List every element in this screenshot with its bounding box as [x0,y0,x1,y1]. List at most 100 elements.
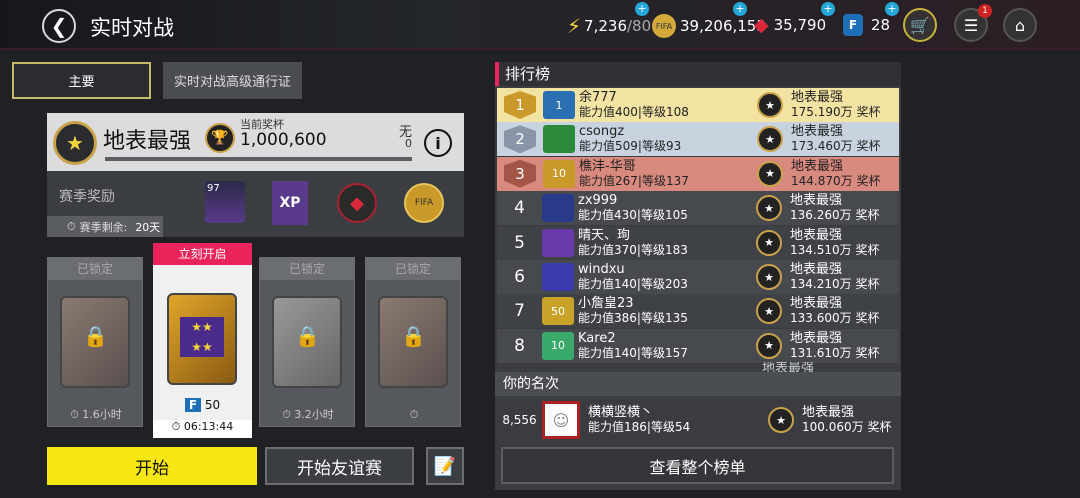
rank-number: 5 [514,232,525,253]
player-name: csongz [579,124,625,140]
tier-cups: 131.610万 奖杯 [790,345,880,360]
tier-info: 地表最强 175.190万 奖杯 [791,90,880,120]
energy-value: 7,236 [584,17,627,35]
season-header: ★ 地表最强 🏆 当前奖杯 1,000,600 无 0 i [47,113,464,171]
leaderboard-title: 排行榜 [495,62,901,86]
pack-stars-icon: ★★ ★★ [180,317,224,357]
tier-info: 地表最强 134.210万 奖杯 [790,262,879,292]
tasks-button[interactable]: ☰ 1 [954,4,992,42]
chest-time: ⏱ 3.2小时 [260,406,356,422]
tab-premium-pass[interactable]: 实时对战高级通行证 [163,62,302,99]
player-badge-icon [542,263,574,291]
lock-icon: 🔒 [295,324,320,348]
chest-slot-4[interactable]: 已锁定 🔒 ⏱ [365,257,461,427]
lock-icon: 🔒 [83,324,108,348]
leaderboard-row[interactable]: 7 50 小詹皇23 能力值386|等级135 ★ 地表最强 133.600万 奖杯 [497,294,899,329]
leaderboard-row[interactable]: 5 晴天、珣 能力值370|等级183 ★ 地表最强 134.510万 奖杯 [497,225,899,260]
view-full-leaderboard-button[interactable]: 查看整个榜单 [501,447,894,484]
tier-name: 地表最强 [791,124,844,140]
trophy-icon: 🏆 [205,123,235,153]
lock-icon: 🔒 [401,324,426,348]
player-info: Kare2 能力值140|等级157 [578,331,728,361]
points-value: 1,000,600 [240,130,327,150]
notes-button[interactable]: 📝 [426,447,464,485]
chest-slot-1[interactable]: 已锁定 🔒 ⏱ 1.6小时 [47,257,143,427]
division-name: 地表最强 [103,129,192,154]
top-bar: ❮ 实时对战 ⚡ 7,236/80 + FIFA 39,206,153 + ◆ … [0,0,1080,50]
tier-cups: 144.870万 奖杯 [791,173,881,188]
my-rank-number: 8,556 [502,413,537,427]
store-button[interactable]: 🛒 [903,8,937,42]
chest-time: ⏱ 06:13:44 [153,420,252,438]
coins-display[interactable]: FIFA 39,206,153 + [652,2,766,38]
cart-icon: 🛒 [910,15,930,35]
division-star-icon: ★ [53,121,97,165]
chevron-left-icon: ❮ [50,14,68,38]
player-name: 晴天、珣 [578,227,631,243]
leaderboard-row[interactable]: 1 1 余777 能力值400|等级108 ★ 地表最强 175.190万 奖杯 [497,88,899,122]
season-timer: ⏱ 赛季剩余: 20天 [47,216,163,237]
coins-value: 39,206,153 [680,17,766,35]
home-button[interactable]: ⌂ [1003,8,1037,42]
player-info: 余777 能力值400|等级108 [579,90,729,120]
chest-status: 已锁定 [366,258,460,280]
notepad-icon: 📝 [433,455,457,477]
fifa-points-value: 28 [871,16,891,34]
player-badge-icon: 50 [542,297,574,326]
leaderboard-row[interactable]: 8 10 Kare2 能力值140|等级157 ★ 地表最强 131.610万 奖杯 [497,328,899,363]
add-fifa-points-button[interactable]: + [885,2,899,16]
home-icon: ⌂ [1014,15,1026,35]
gems-display[interactable]: ◆ 35,790 + [754,2,835,36]
rank-number: 2 [504,125,536,154]
gold-pack: ★★ ★★ [167,293,237,385]
player-info: 晴天、珣 能力值370|等级183 [578,228,728,258]
leaderboard-row[interactable]: 4 zx999 能力值430|等级105 ★ 地表最强 136.260万 奖杯 [497,191,899,226]
add-gems-button[interactable]: + [821,2,835,16]
player-card-reward[interactable]: 97 [205,181,245,223]
player-badge-icon: 1 [543,91,575,119]
coin-reward-icon[interactable]: FIFA [404,183,444,223]
tier-info: 地表最强 136.260万 奖杯 [790,193,879,223]
gems-value: 35,790 [773,16,827,34]
season-panel: ★ 地表最强 🏆 当前奖杯 1,000,600 无 0 i 赛季奖励 97 XP… [47,113,464,237]
tier-name: 地表最强 [790,227,843,243]
fifa-points-icon: F [184,398,202,412]
gem-reward-icon[interactable]: ◆ [337,183,377,223]
rank-number: 3 [504,159,536,188]
tier-name: 地表最强 [791,90,844,105]
back-button[interactable]: ❮ [42,9,76,43]
stopwatch-icon: ⏱ [171,420,184,433]
player-stat: 能力值430|等级105 [578,208,688,223]
checklist-icon: ☰ [963,15,979,35]
player-stat: 能力值267|等级137 [579,173,689,188]
chest-cost: F 50 [153,398,252,412]
leaderboard-row[interactable]: 6 windxu 能力值140|等级203 ★ 地表最强 134.210万 奖杯 [497,260,899,294]
lightning-icon: ⚡ [567,14,582,38]
tier-info: 地表最强 134.510万 奖杯 [790,228,879,258]
season-rewards-label: 赛季奖励 [59,189,115,205]
my-rank-row[interactable]: 8,556 ☺ 横横竖横丶 能力值186|等级54 ★ 地表最强 100.060… [497,396,899,444]
leaderboard-row[interactable]: 2 csongz 能力值509|等级93 ★ 地表最强 173.460万 奖杯 [497,122,899,157]
start-button[interactable]: 开始 [47,447,257,485]
fifa-points-display[interactable]: F 28 + [843,2,899,36]
tab-main[interactable]: 主要 [12,62,151,99]
chest-slot-3[interactable]: 已锁定 🔒 ⏱ 3.2小时 [259,257,355,427]
chest-slot-2[interactable]: 立刻开启 ★★ ★★ F 50 ⏱ 06:13:44 [153,243,252,438]
info-icon[interactable]: i [424,129,452,157]
locked-pack: 🔒 [60,296,130,388]
my-stat: 能力值186|等级54 [588,420,691,434]
partial-row: 地表最强 [497,362,899,372]
player-badge-icon [542,228,574,257]
add-coins-button[interactable]: + [733,2,747,16]
leaderboard-row[interactable]: 3 10 樵沣-华哥 能力值267|等级137 ★ 地表最强 144.870万 奖杯 [497,156,899,191]
gem-icon: ◆ [754,14,769,36]
xp-reward[interactable]: XP [272,181,308,225]
player-name: windxu [578,262,625,277]
player-badge-icon: 10 [542,331,574,360]
leaderboard-panel: 排行榜 1 1 余777 能力值400|等级108 ★ 地表最强 175.190万 奖杯 2 c… [495,62,901,490]
tier-cups: 133.600万 奖杯 [790,311,880,326]
friendly-match-button[interactable]: 开始友谊赛 [265,447,414,485]
locked-pack: 🔒 [272,296,342,388]
add-energy-button[interactable]: + [635,2,649,16]
energy-display[interactable]: ⚡ 7,236/80 + [567,2,651,38]
